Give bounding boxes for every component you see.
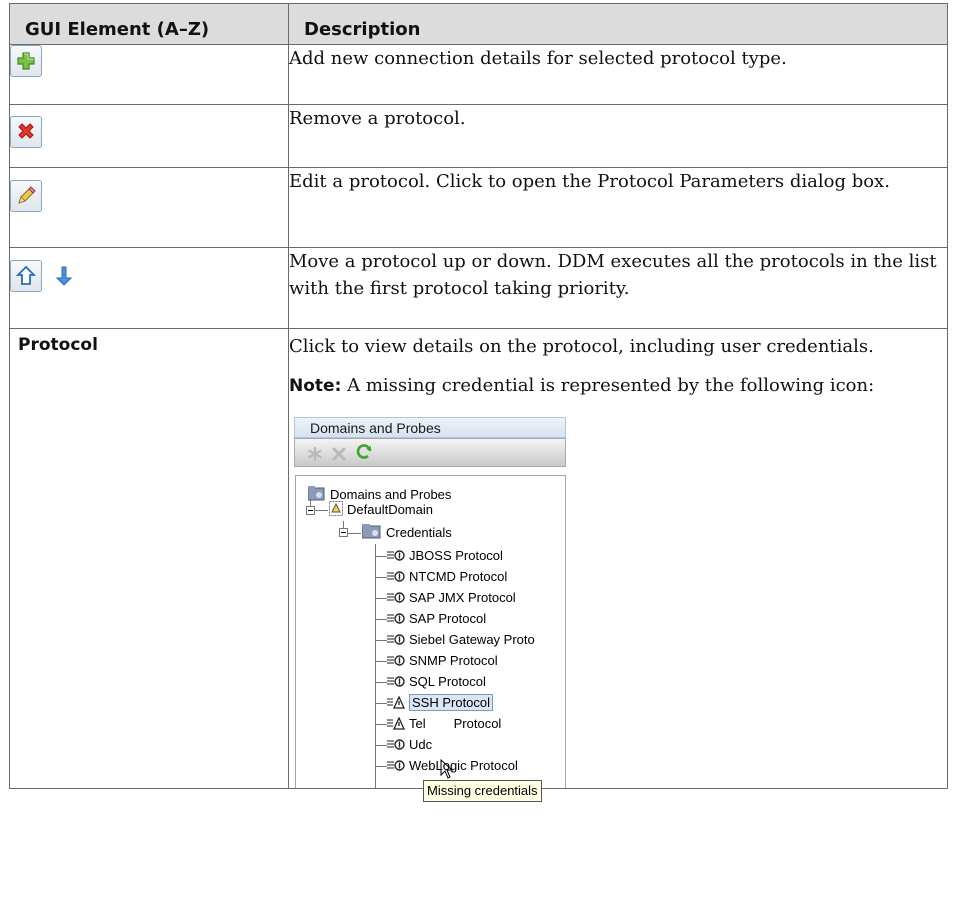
tree-item-protocol[interactable]: SAP Protocol (387, 610, 486, 628)
gui-element-cell (9, 44, 289, 105)
tree-item-protocol[interactable]: SQL Protocol (387, 673, 486, 691)
description-cell: Click to view details on the protocol, i… (288, 328, 948, 802)
description-cell: Move a protocol up or down. DDM executes… (288, 247, 948, 329)
tree-item-protocol[interactable]: Siebel Gateway Proto (387, 631, 535, 649)
protocol-icon (387, 737, 405, 752)
table-row: Remove a protocol. (9, 104, 948, 168)
table-row: Move a protocol up or down. DDM executes… (9, 247, 948, 329)
protocol-icon (387, 611, 405, 626)
x-icon[interactable] (331, 444, 347, 471)
tree-credentials-folder[interactable]: Credentials (361, 524, 452, 542)
gui-element-cell (9, 104, 289, 168)
protocol-icon (387, 590, 405, 605)
tree-item-protocol[interactable]: SAP JMX Protocol (387, 589, 516, 607)
arrow-up-icon (10, 260, 42, 292)
table-header-row: GUI Element (A–Z) Description (9, 3, 948, 45)
protocol-label: Protocol (18, 335, 98, 355)
tree-item-protocol[interactable]: SSH Protocol (387, 694, 494, 712)
tree-item-protocol[interactable]: Tel Protocol (387, 715, 501, 733)
asterisk-icon[interactable] (307, 444, 323, 471)
protocol-description: Click to view details on the protocol, i… (289, 336, 874, 357)
description-cell: Remove a protocol. (288, 104, 948, 168)
edit-pencil-icon (10, 180, 42, 212)
tree-item-protocol[interactable]: WebLogic Protocol (387, 757, 518, 775)
gui-element-cell: Protocol (9, 328, 289, 789)
tree-item-protocol[interactable]: JBOSS Protocol (387, 547, 503, 565)
missing-credential-icon (387, 695, 406, 710)
table-row: Add new connection details for selected … (9, 44, 948, 105)
panel-title: Domains and Probes (294, 417, 566, 438)
protocol-icon (387, 632, 405, 647)
protocol-icon (387, 653, 405, 668)
add-icon (10, 45, 42, 77)
column-header-description: Description (288, 3, 948, 45)
note-label: Note: (289, 376, 342, 396)
column-header-gui-element: GUI Element (A–Z) (9, 3, 289, 45)
note-paragraph: Note: A missing credential is represente… (289, 372, 947, 400)
table-row: Protocol Click to view details on the pr… (9, 328, 948, 802)
tree-item-protocol[interactable]: SNMP Protocol (387, 652, 498, 670)
folder-icon (361, 524, 381, 539)
tree-item-protocol[interactable]: Udc (387, 736, 432, 754)
remove-icon (10, 116, 42, 148)
protocol-icon (387, 569, 405, 584)
domains-folder-icon (307, 486, 325, 501)
protocol-icon (387, 674, 405, 689)
panel-toolbar (294, 438, 566, 467)
tree-item-protocol[interactable]: NTCMD Protocol (387, 568, 507, 586)
protocol-icon (387, 758, 405, 773)
description-cell: Add new connection details for selected … (288, 44, 948, 105)
gui-elements-table: GUI Element (A–Z) Description Add new co… (9, 3, 948, 802)
description-cell: Edit a protocol. Click to open the Proto… (288, 167, 948, 248)
domains-tree: Domains and Probes DefaultDomain Credent… (295, 475, 566, 802)
missing-credential-icon (387, 716, 406, 731)
table-row: Edit a protocol. Click to open the Proto… (9, 167, 948, 248)
domain-icon (329, 501, 343, 516)
protocol-icon (387, 548, 405, 563)
note-text: A missing credential is represented by t… (341, 375, 875, 396)
gui-element-cell (9, 247, 289, 329)
domains-and-probes-screenshot: Domains and Probes Domains and Probes De… (294, 417, 568, 802)
refresh-icon[interactable] (355, 443, 373, 470)
gui-element-cell (9, 167, 289, 248)
arrow-down-icon (53, 260, 75, 295)
tree-domain[interactable]: DefaultDomain (329, 501, 433, 519)
